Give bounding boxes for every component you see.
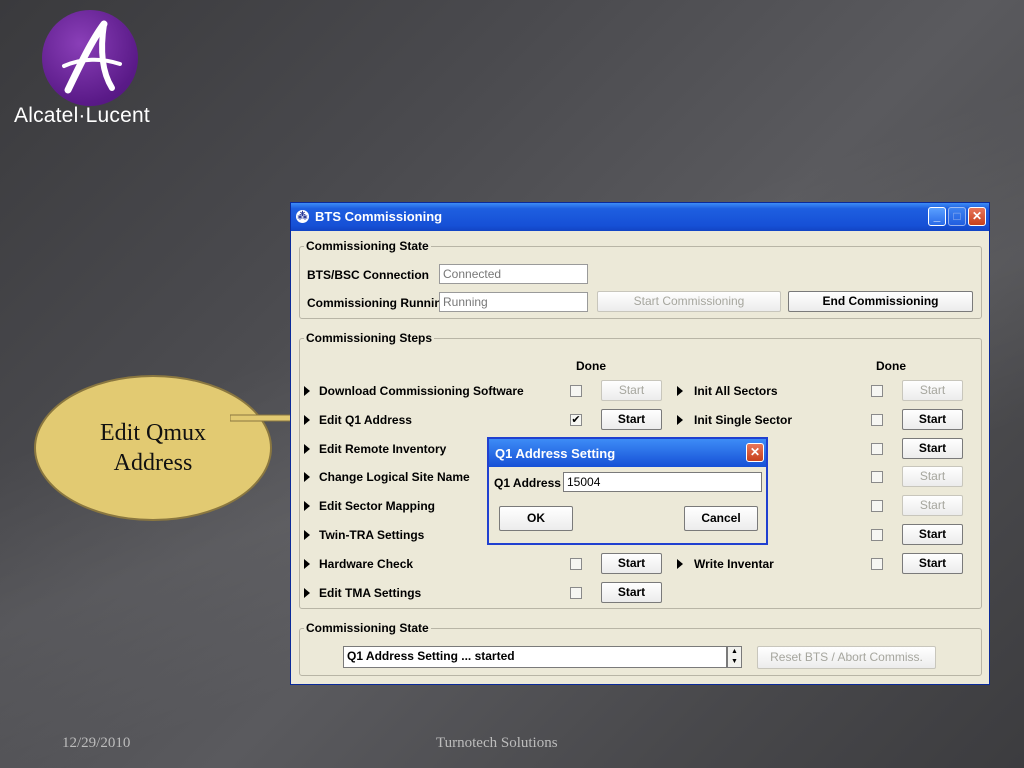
alcatel-lucent-logo: Alcatel·Lucent — [12, 8, 172, 133]
left-step-arrow-icon — [304, 386, 310, 396]
left-done-header: Done — [576, 359, 606, 373]
q1-address-input[interactable]: 15004 — [563, 472, 762, 492]
right-step-arrow-icon — [677, 558, 683, 569]
left-step-start-button[interactable]: Start — [601, 581, 662, 603]
status-group-title: Commissioning State — [304, 621, 431, 635]
right-step-start-button[interactable]: Start — [902, 437, 963, 459]
left-step-done-checkbox[interactable]: ✔ — [570, 413, 582, 426]
right-step-done-checkbox[interactable] — [871, 471, 883, 484]
reset-bts-button[interactable]: Reset BTS / Abort Commiss. — [757, 646, 936, 669]
right-step-done-checkbox[interactable] — [871, 442, 883, 455]
left-step-label: Edit Remote Inventory — [319, 441, 447, 456]
commissioning-state-group: Commissioning State BTS/BSC Connection C… — [299, 239, 982, 319]
left-step-label: Edit Sector Mapping — [319, 499, 436, 514]
close-button[interactable]: ✕ — [968, 207, 986, 226]
status-group: Commissioning State Q1 Address Setting .… — [299, 621, 982, 676]
logo-mark-icon — [42, 10, 138, 106]
left-step-arrow-icon — [304, 443, 310, 454]
status-field[interactable]: Q1 Address Setting ... started — [343, 646, 727, 668]
dialog-titlebar[interactable]: Q1 Address Setting ✕ — [489, 439, 766, 467]
right-step-start-button[interactable]: Start — [902, 466, 963, 488]
right-step-done-checkbox[interactable] — [871, 529, 883, 541]
left-step-label: Twin-TRA Settings — [319, 528, 425, 542]
right-step-start-button[interactable]: Start — [902, 552, 963, 574]
right-done-header: Done — [876, 359, 906, 373]
right-step-done-checkbox[interactable] — [871, 557, 883, 570]
left-step-arrow-icon — [304, 414, 310, 425]
callout-bubble: Edit Qmux Address — [34, 375, 272, 521]
left-step-label: Hardware Check — [319, 556, 414, 571]
state-group-title: Commissioning State — [304, 239, 431, 253]
right-step-label: Write Inventar — [694, 556, 774, 571]
q1-address-dialog: Q1 Address Setting ✕ Q1 Address 15004 OK… — [487, 437, 768, 545]
commissioning-running-label: Commissioning Running — [307, 296, 449, 310]
right-step-done-checkbox[interactable] — [871, 500, 883, 513]
bts-connection-field[interactable]: Connected — [439, 264, 588, 284]
left-step-arrow-icon — [304, 501, 310, 512]
left-step-arrow-icon — [304, 530, 310, 540]
footer-date: 12/29/2010 — [62, 735, 131, 751]
footer-company: Turnotech Solutions — [436, 735, 558, 751]
left-step-done-checkbox[interactable] — [570, 385, 582, 397]
steps-group-title: Commissioning Steps — [304, 331, 435, 345]
callout-line-2: Address — [113, 450, 193, 476]
left-step-label: Edit Q1 Address — [319, 412, 412, 427]
minimize-button[interactable]: _ — [928, 207, 946, 226]
left-step-start-button[interactable]: Start — [601, 380, 662, 401]
left-step-label: Change Logical Site Name — [319, 470, 470, 485]
left-step-arrow-icon — [304, 587, 310, 598]
right-step-label: Init Single Sector — [694, 412, 793, 427]
left-step-start-button[interactable]: Start — [601, 552, 662, 574]
ok-button[interactable]: OK — [499, 506, 573, 531]
right-step-done-checkbox[interactable] — [871, 413, 883, 426]
dialog-title: Q1 Address Setting — [495, 446, 616, 461]
bts-connection-label: BTS/BSC Connection — [307, 268, 429, 282]
end-commissioning-button[interactable]: End Commissioning — [788, 291, 973, 312]
right-step-start-button[interactable]: Start — [902, 495, 963, 517]
right-step-start-button[interactable]: Start — [902, 524, 963, 545]
app-icon: ⁂ — [296, 210, 309, 223]
status-spinner[interactable]: ▲ ▼ — [727, 646, 742, 668]
q1-address-label: Q1 Address — [494, 476, 561, 490]
callout-line-1: Edit Qmux — [100, 420, 206, 446]
right-step-start-button[interactable]: Start — [902, 380, 963, 401]
dialog-close-button[interactable]: ✕ — [746, 443, 764, 462]
right-step-start-button[interactable]: Start — [902, 408, 963, 430]
commissioning-running-field[interactable]: Running — [439, 292, 588, 312]
right-step-arrow-icon — [677, 386, 683, 396]
cancel-button[interactable]: Cancel — [684, 506, 758, 531]
left-step-arrow-icon — [304, 472, 310, 483]
left-step-arrow-icon — [304, 558, 310, 569]
right-step-arrow-icon — [677, 414, 683, 425]
start-commissioning-button[interactable]: Start Commissioning — [597, 291, 781, 312]
window-title: BTS Commissioning — [315, 209, 443, 224]
right-step-label: Init All Sectors — [694, 384, 778, 398]
left-step-label: Download Commissioning Software — [319, 384, 524, 398]
left-step-done-checkbox[interactable] — [570, 557, 582, 570]
logo-swoosh-icon — [62, 20, 122, 94]
left-step-start-button[interactable]: Start — [601, 408, 662, 430]
right-step-done-checkbox[interactable] — [871, 385, 883, 397]
left-step-done-checkbox[interactable] — [570, 586, 582, 599]
maximize-button[interactable]: □ — [948, 207, 966, 226]
left-step-label: Edit TMA Settings — [319, 585, 422, 600]
window-titlebar[interactable]: ⁂ BTS Commissioning _ □ ✕ — [291, 203, 989, 231]
brand-name: Alcatel·Lucent — [14, 104, 150, 127]
